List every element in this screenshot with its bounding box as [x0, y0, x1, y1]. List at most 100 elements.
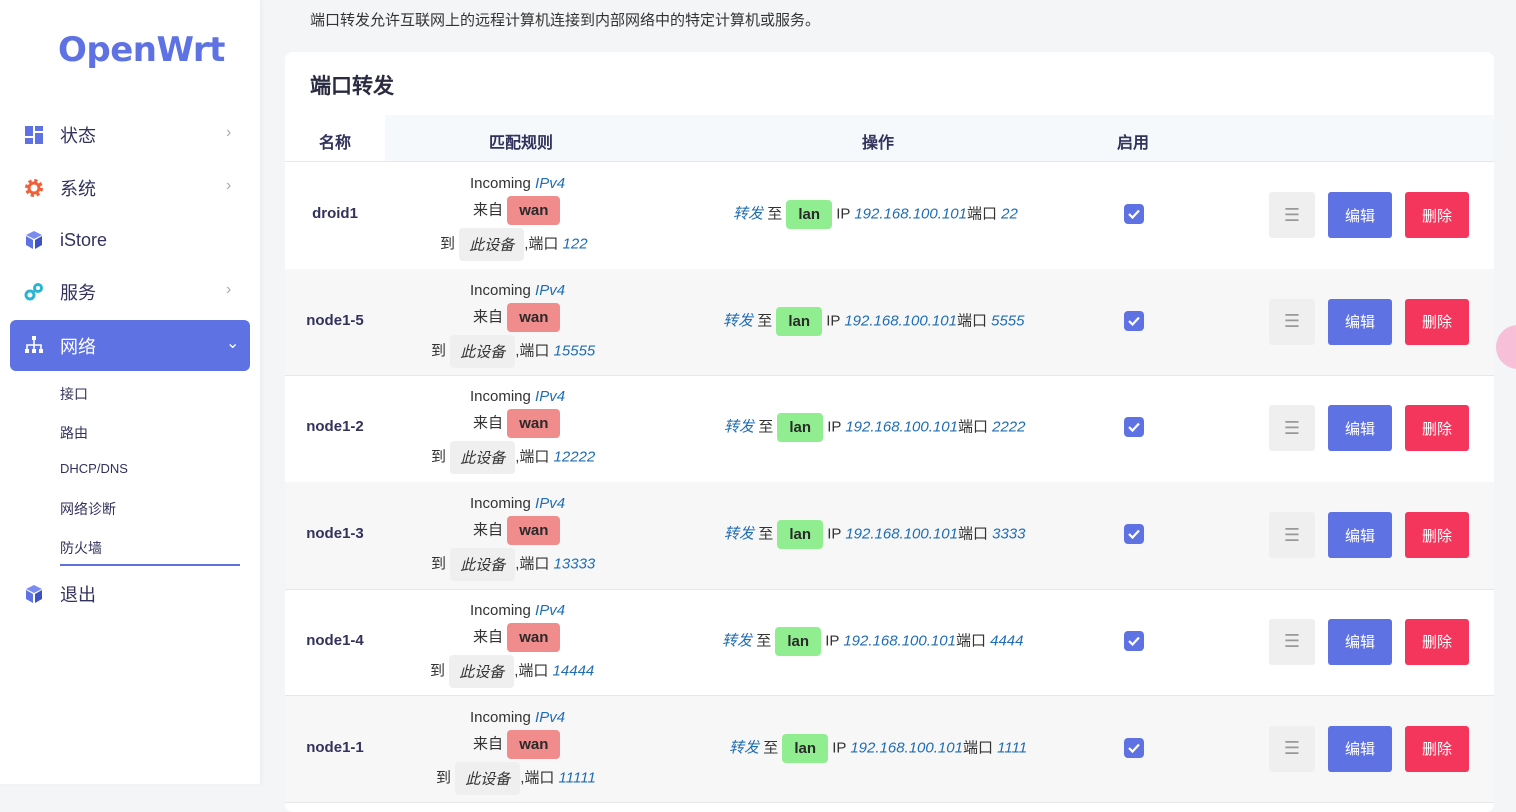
to-label: 到 [431, 555, 447, 573]
src-zone-badge: wan [507, 516, 561, 546]
dest-port-label: 端口 [966, 205, 997, 223]
chevron-right-icon: › [226, 177, 232, 194]
sidebar-item-label: 服务 [60, 283, 96, 303]
to-label: 到 [430, 662, 446, 680]
dest-ip: 192.168.100.101 [843, 632, 956, 650]
chevron-right-icon: › [226, 124, 232, 141]
submenu-item-diagnostics[interactable]: 网络诊断 [60, 499, 116, 519]
delete-button[interactable]: 删除 [1405, 512, 1469, 559]
drag-handle-button[interactable]: ☰ [1269, 618, 1315, 665]
src-port: 14444 [552, 662, 595, 680]
sidebar-item-label: 系统 [60, 179, 96, 199]
sidebar: OpenWrt 状态 › 系统 › iStore 服务 › 网络 ⌄ 接口 路由… [0, 0, 260, 784]
this-device-badge: 此设备 [450, 334, 516, 368]
column-header-name: 名称 [319, 135, 352, 152]
this-device-badge: 此设备 [455, 761, 521, 795]
dest-zone-badge: lan [775, 626, 822, 656]
enabled-checkbox[interactable] [1124, 310, 1144, 331]
to-label: 到 [431, 342, 447, 360]
submenu-item-firewall[interactable]: 防火墙 [60, 538, 102, 558]
delete-button[interactable]: 删除 [1405, 192, 1469, 238]
drag-handle-button[interactable]: ☰ [1269, 725, 1315, 772]
port-label: ,端口 [515, 448, 550, 466]
incoming-label: Incoming [470, 281, 531, 299]
match-from: 来自 wan [473, 622, 561, 652]
sidebar-item-logout[interactable]: 退出 [10, 569, 250, 619]
sidebar-item-network[interactable]: 网络 ⌄ [10, 320, 250, 371]
edit-button[interactable]: 编辑 [1328, 725, 1392, 772]
drag-handle-button[interactable]: ☰ [1269, 192, 1315, 238]
match-incoming: Incoming IPv4 [470, 388, 565, 405]
incoming-label: Incoming [470, 495, 531, 513]
sidebar-item-label: 退出 [60, 585, 96, 605]
sidebar-item-system[interactable]: 系统 › [10, 163, 250, 213]
rule-name: node1-3 [306, 525, 364, 543]
delete-button[interactable]: 删除 [1405, 618, 1469, 665]
edit-button[interactable]: 编辑 [1328, 512, 1392, 559]
src-port: 11111 [558, 768, 596, 786]
drag-handle-button[interactable]: ☰ [1269, 298, 1315, 345]
src-zone-badge: wan [507, 729, 561, 759]
port-label: ,端口 [520, 768, 555, 786]
dest-ip: 192.168.100.101 [844, 312, 957, 330]
match-from: 来自 wan [473, 196, 561, 225]
openwrt-logo[interactable]: OpenWrt [58, 30, 225, 70]
match-incoming: Incoming IPv4 [470, 175, 565, 192]
dest-ip: 192.168.100.101 [854, 205, 967, 223]
submenu-item-routes[interactable]: 路由 [60, 423, 88, 443]
edit-button[interactable]: 编辑 [1328, 618, 1392, 665]
enabled-checkbox[interactable] [1124, 524, 1144, 545]
drag-handle-button[interactable]: ☰ [1269, 512, 1315, 559]
incoming-label: Incoming [470, 708, 531, 726]
this-device-badge: 此设备 [450, 441, 516, 475]
sidebar-item-status[interactable]: 状态 › [10, 110, 250, 160]
dest-ip: 192.168.100.101 [845, 525, 958, 543]
table-row: droid1 Incoming IPv4 来自 wan 到 此设备 ,端口 122… [285, 162, 1494, 270]
ip-label: IP [827, 525, 842, 543]
edit-button[interactable]: 编辑 [1328, 192, 1392, 238]
check-icon [1128, 636, 1140, 646]
dest-ip: 192.168.100.101 [850, 738, 963, 756]
action-forward: 转发 至 lan IP 192.168.100.101端口 4444 [722, 626, 1024, 656]
enabled-checkbox[interactable] [1124, 630, 1144, 651]
sidebar-item-label: 状态 [60, 126, 96, 146]
active-submenu-underline [60, 564, 240, 566]
forward-label: 转发 [723, 312, 754, 330]
column-header-action: 操作 [862, 135, 895, 152]
port-label: ,端口 [515, 342, 550, 360]
delete-button[interactable]: 删除 [1405, 298, 1469, 345]
enabled-checkbox[interactable] [1124, 204, 1144, 224]
sidebar-item-services[interactable]: 服务 › [10, 267, 250, 317]
table-row: node1-4 Incoming IPv4 来自 wan 到 此设备 ,端口 14… [285, 589, 1494, 697]
table-row: node1-5 Incoming IPv4 来自 wan 到 此设备 ,端口 15… [285, 268, 1494, 377]
dest-ip: 192.168.100.101 [845, 418, 958, 436]
drag-handle-button[interactable]: ☰ [1269, 405, 1315, 452]
edit-button[interactable]: 编辑 [1328, 405, 1392, 452]
ipv4-label: IPv4 [535, 708, 566, 726]
rule-name: node1-4 [306, 631, 364, 649]
check-icon [1128, 423, 1140, 433]
chevron-down-icon: ⌄ [226, 335, 240, 352]
dest-zone-badge: lan [776, 306, 823, 336]
submenu-item-interfaces[interactable]: 接口 [60, 384, 88, 404]
sidebar-item-istore[interactable]: iStore [10, 215, 250, 265]
dest-port: 1111 [997, 738, 1028, 756]
enabled-checkbox[interactable] [1124, 417, 1144, 438]
this-device-badge: 此设备 [449, 654, 515, 688]
from-label: 来自 [473, 414, 504, 432]
to-zone-label: 至 [767, 205, 783, 223]
ipv4-label: IPv4 [535, 281, 566, 299]
src-port: 12222 [553, 448, 596, 466]
enabled-checkbox[interactable] [1124, 737, 1144, 758]
action-forward: 转发 至 lan IP 192.168.100.101端口 2222 [724, 413, 1026, 443]
src-zone-badge: wan [507, 622, 561, 652]
delete-button[interactable]: 删除 [1405, 405, 1469, 452]
edit-button[interactable]: 编辑 [1328, 298, 1392, 345]
network-icon [25, 336, 43, 353]
ipv4-label: IPv4 [535, 601, 566, 619]
floating-helper-button[interactable] [1496, 325, 1516, 369]
submenu-item-dhcp-dns[interactable]: DHCP/DNS [60, 461, 128, 476]
delete-button[interactable]: 删除 [1405, 725, 1469, 772]
forward-label: 转发 [724, 525, 755, 543]
dest-port-label: 端口 [957, 418, 988, 436]
